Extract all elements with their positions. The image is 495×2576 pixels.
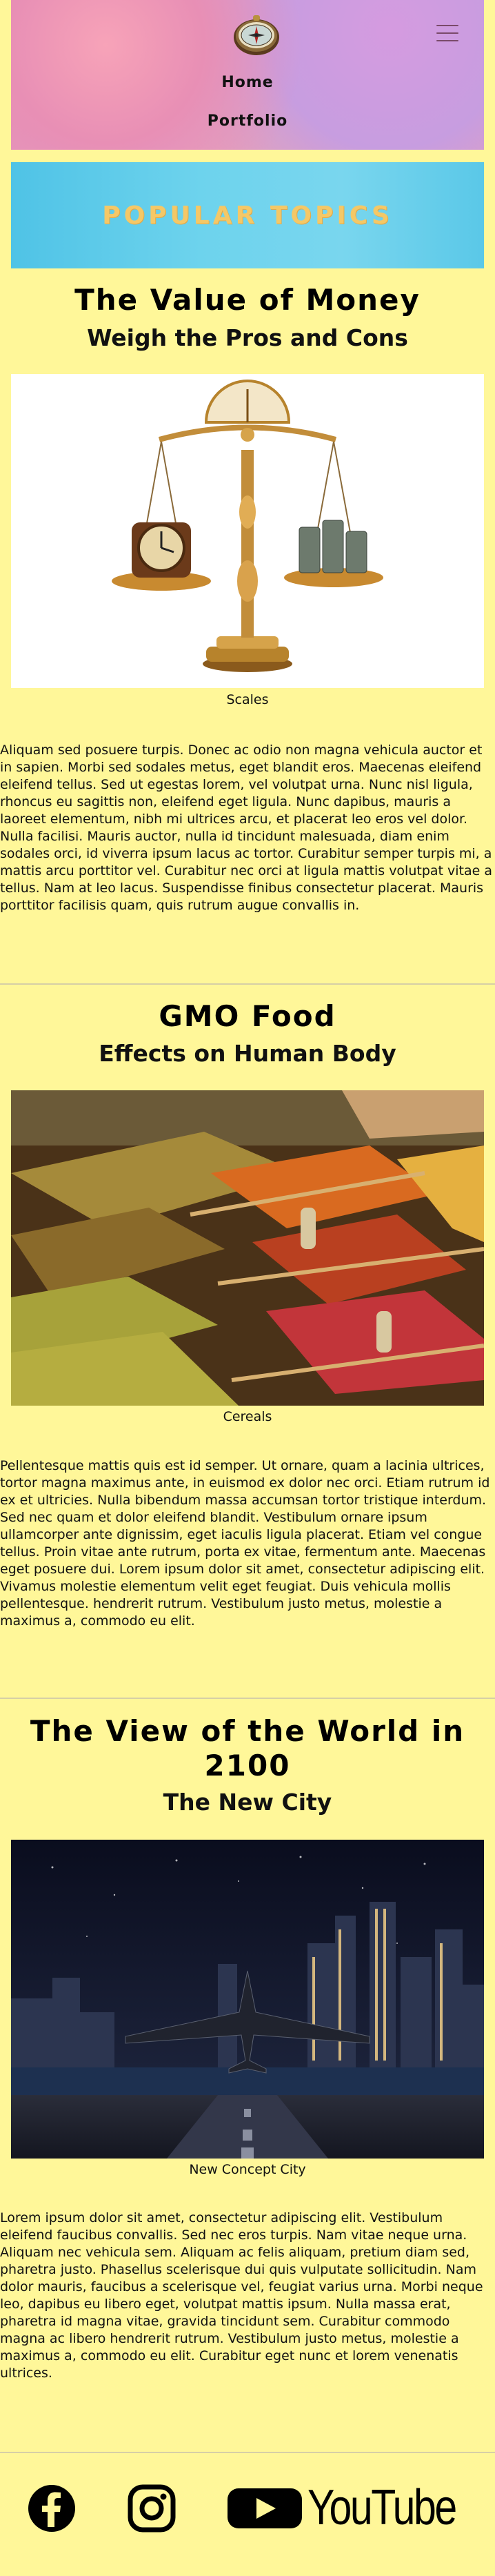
divider — [0, 983, 495, 985]
youtube-wordmark[interactable]: YouTube — [307, 2479, 457, 2537]
youtube-icon[interactable] — [228, 2484, 302, 2533]
article-body: Lorem ipsum dolor sit amet, consectetur … — [0, 2210, 483, 2381]
article-subtitle: Weigh the Pros and Cons — [87, 324, 408, 351]
image-caption: New Concept City — [189, 2162, 306, 2177]
new-city-image — [11, 1840, 484, 2159]
image-caption: Scales — [226, 692, 269, 707]
instagram-icon[interactable] — [128, 2484, 176, 2533]
banner-title: POPULAR TOPICS — [102, 201, 393, 230]
scales-image — [11, 374, 484, 688]
spice-market-illustration — [11, 1090, 484, 1406]
article-title: GMO Food — [159, 999, 336, 1033]
article-title: The Value of Money — [74, 283, 421, 317]
article-subtitle: The New City — [163, 1789, 332, 1816]
article-subtitle: Effects on Human Body — [99, 1040, 396, 1067]
nav-portfolio-link[interactable]: Portfolio — [0, 112, 495, 130]
cereals-image — [11, 1090, 484, 1406]
article-title: The View of the World in 2100 — [30, 1714, 465, 1782]
image-caption: Cereals — [223, 1409, 272, 1424]
divider — [0, 2452, 495, 2453]
article-body: Aliquam sed posuere turpis. Donec ac odi… — [0, 743, 493, 913]
popular-topics-banner: POPULAR TOPICS — [11, 162, 484, 268]
scales-illustration — [112, 380, 383, 672]
nav-home-link[interactable]: Home — [0, 74, 495, 91]
night-city-illustration — [11, 1840, 484, 2159]
compass-icon[interactable] — [232, 12, 281, 58]
facebook-icon[interactable] — [28, 2484, 76, 2533]
article-body: Pellentesque mattis quis est id semper. … — [0, 1458, 490, 1629]
menu-icon[interactable] — [436, 25, 458, 44]
divider — [0, 1698, 495, 1699]
